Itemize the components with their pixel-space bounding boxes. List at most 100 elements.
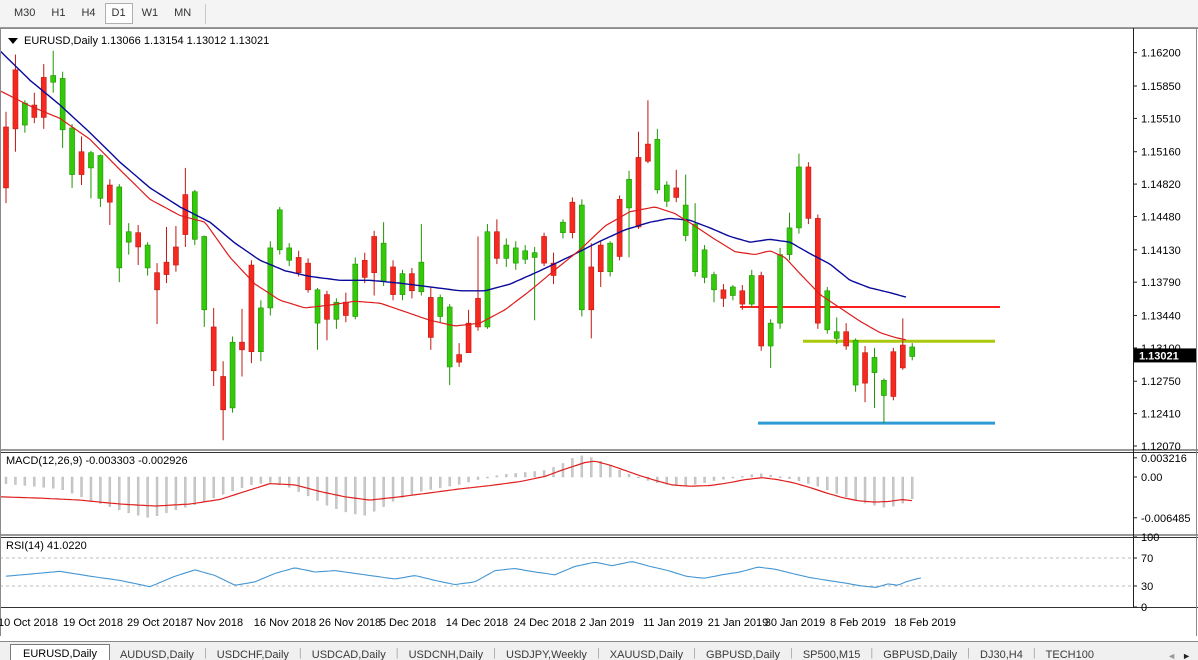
candle bbox=[504, 245, 509, 258]
tab-xauusd-daily[interactable]: XAUUSD,Daily bbox=[600, 646, 693, 660]
chart-background bbox=[0, 28, 1198, 636]
tab-scroll-right-icon[interactable]: ► bbox=[1179, 651, 1194, 660]
tab-usdjpy-weekly[interactable]: USDJPY,Weekly bbox=[496, 646, 597, 660]
chart-title-ohlc: EURUSD,Daily 1.13066 1.13154 1.13012 1.1… bbox=[24, 35, 269, 47]
macd-bar bbox=[354, 477, 356, 514]
candle bbox=[806, 167, 811, 218]
candle bbox=[542, 236, 547, 263]
macd-bar bbox=[760, 474, 762, 477]
date-label: 29 Oct 2018 bbox=[127, 617, 187, 629]
chart-area[interactable]: 1.162001.158501.155101.151601.148201.144… bbox=[0, 28, 1198, 641]
macd-bar bbox=[798, 477, 800, 481]
macd-axis-label: 0.00 bbox=[1141, 472, 1162, 484]
date-label: 24 Dec 2018 bbox=[514, 617, 576, 629]
candle bbox=[117, 187, 122, 268]
timeframe-button-H4[interactable]: H4 bbox=[74, 3, 102, 24]
timeframe-button-W1[interactable]: W1 bbox=[135, 3, 166, 24]
price-tick-label: 1.14130 bbox=[1141, 245, 1181, 257]
candle bbox=[145, 245, 150, 268]
tab-sp500-m15[interactable]: SP500,M15 bbox=[793, 646, 870, 660]
macd-label: MACD(12,26,9) -0.003303 -0.002926 bbox=[6, 455, 188, 467]
candle bbox=[881, 380, 886, 395]
candle bbox=[362, 260, 367, 277]
timeframe-button-H1[interactable]: H1 bbox=[44, 3, 72, 24]
rsi-axis-label: 70 bbox=[1141, 553, 1153, 565]
candle bbox=[900, 345, 905, 368]
macd-axis-label: -0.006485 bbox=[1141, 513, 1191, 525]
macd-bar bbox=[864, 477, 866, 503]
macd-bar bbox=[109, 477, 111, 507]
macd-bar bbox=[43, 477, 45, 487]
timeframe-button-M30[interactable]: M30 bbox=[7, 3, 42, 24]
current-price-value: 1.13021 bbox=[1139, 350, 1179, 362]
candle bbox=[277, 210, 282, 250]
macd-bar bbox=[675, 477, 677, 485]
tab-tech100[interactable]: TECH100 bbox=[1036, 646, 1104, 660]
date-label: 8 Feb 2019 bbox=[830, 617, 886, 629]
tab-scroll-arrows: ◄► bbox=[1164, 651, 1194, 660]
candle bbox=[353, 264, 358, 316]
candle bbox=[627, 179, 632, 208]
macd-bar bbox=[741, 476, 743, 477]
macd-bar bbox=[722, 477, 724, 479]
tab-dj30-h4[interactable]: DJ30,H4 bbox=[970, 646, 1033, 660]
macd-bar bbox=[600, 461, 602, 477]
trading-app-window: M30H1H4D1W1MN 1.162001.158501.155101.151… bbox=[0, 0, 1198, 660]
macd-bar bbox=[62, 477, 64, 490]
tab-gbpusd-daily[interactable]: GBPUSD,Daily bbox=[873, 646, 967, 660]
macd-bar bbox=[892, 477, 894, 506]
candle bbox=[778, 255, 783, 324]
rsi-label: RSI(14) 41.0220 bbox=[6, 540, 87, 552]
candle bbox=[126, 232, 131, 242]
macd-bar bbox=[184, 477, 186, 507]
candle bbox=[796, 167, 801, 228]
candle bbox=[815, 218, 820, 323]
timeframe-button-MN[interactable]: MN bbox=[167, 3, 198, 24]
chart-canvas[interactable]: 1.162001.158501.155101.151601.148201.144… bbox=[0, 28, 1198, 636]
macd-bar bbox=[326, 477, 328, 505]
macd-bar bbox=[496, 476, 498, 477]
candle bbox=[579, 205, 584, 310]
tab-usdcnh-daily[interactable]: USDCNH,Daily bbox=[399, 646, 494, 660]
macd-bar bbox=[137, 477, 139, 515]
rsi-axis-label: 100 bbox=[1141, 532, 1159, 544]
macd-bar bbox=[241, 477, 243, 488]
macd-bar bbox=[637, 477, 639, 478]
macd-bar bbox=[581, 456, 583, 477]
candle bbox=[372, 236, 377, 272]
candle bbox=[570, 202, 575, 232]
timeframe-button-D1[interactable]: D1 bbox=[105, 3, 133, 24]
tab-gbpusd-daily[interactable]: GBPUSD,Daily bbox=[696, 646, 790, 660]
candle bbox=[466, 323, 471, 353]
macd-bar bbox=[203, 477, 205, 502]
macd-bar bbox=[213, 477, 215, 498]
candle bbox=[258, 308, 263, 352]
candle bbox=[88, 153, 93, 168]
tab-usdchf-daily[interactable]: USDCHF,Daily bbox=[207, 646, 299, 660]
candle bbox=[343, 302, 348, 315]
macd-bar bbox=[836, 477, 838, 493]
macd-bar bbox=[779, 477, 781, 478]
macd-bar bbox=[609, 466, 611, 477]
candle bbox=[240, 342, 245, 350]
macd-bar bbox=[222, 477, 224, 494]
date-label: 2 Jan 2019 bbox=[580, 617, 634, 629]
tab-eurusd-daily[interactable]: EURUSD,Daily bbox=[10, 644, 110, 660]
candle bbox=[22, 103, 27, 125]
candle bbox=[863, 353, 868, 383]
tab-scroll-left-icon[interactable]: ◄ bbox=[1164, 651, 1179, 660]
tab-usdcad-daily[interactable]: USDCAD,Daily bbox=[302, 646, 396, 660]
macd-bar bbox=[288, 477, 290, 487]
price-tick-label: 1.14480 bbox=[1141, 211, 1181, 223]
candle bbox=[287, 248, 292, 260]
candle bbox=[617, 199, 622, 256]
macd-bar bbox=[751, 475, 753, 477]
candle bbox=[202, 236, 207, 309]
candle bbox=[872, 357, 877, 372]
date-label: 5 Dec 2018 bbox=[380, 617, 436, 629]
toolbar-separator bbox=[205, 4, 206, 24]
candle bbox=[636, 157, 641, 227]
tab-audusd-daily[interactable]: AUDUSD,Daily bbox=[110, 646, 204, 660]
timeframe-toolbar: M30H1H4D1W1MN bbox=[0, 0, 1198, 28]
candle bbox=[910, 347, 915, 357]
